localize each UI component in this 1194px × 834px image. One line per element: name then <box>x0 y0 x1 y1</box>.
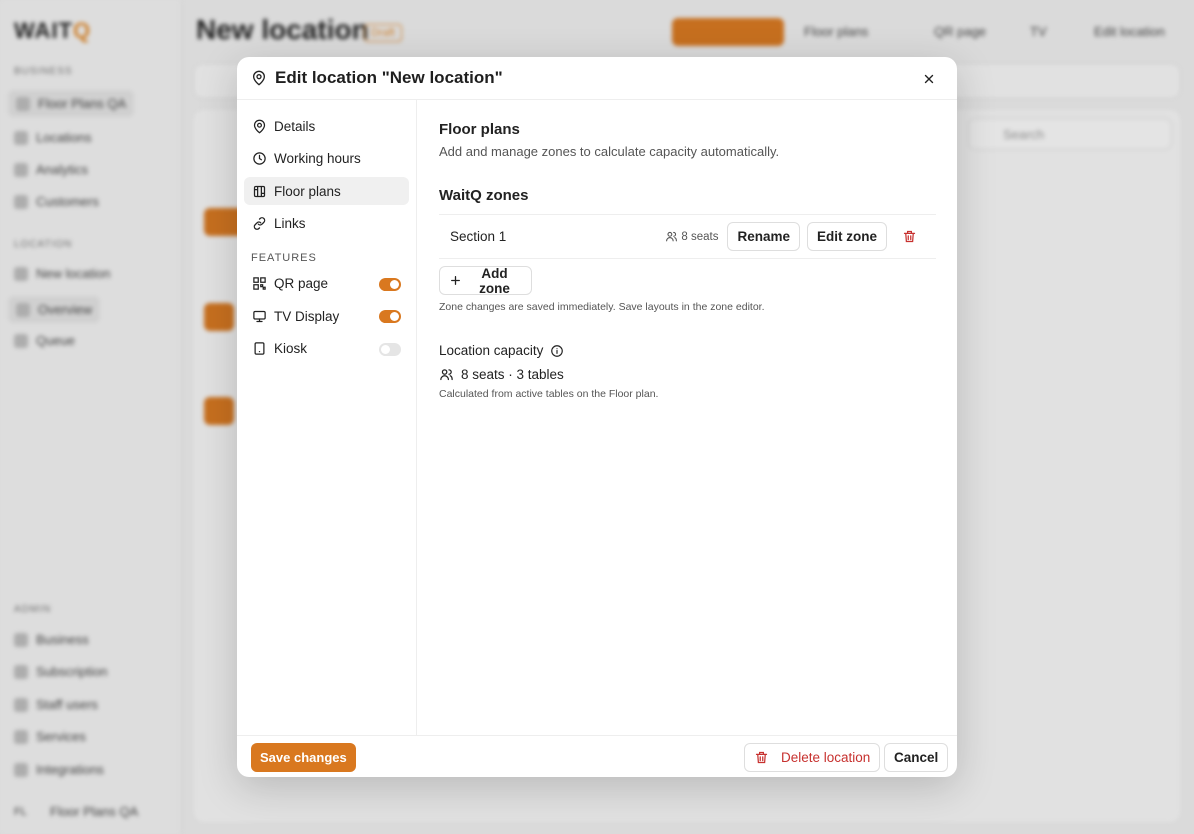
nav-item-label: TV Display <box>274 308 340 324</box>
zone-seats: 8 seats <box>665 230 718 243</box>
delete-location-button[interactable]: Delete location <box>744 743 881 772</box>
zone-row: Section 1 8 seats Rename Edit zone <box>439 214 936 259</box>
close-button[interactable] <box>919 69 939 89</box>
qr-code-icon <box>251 276 267 292</box>
zone-name: Section 1 <box>450 229 507 244</box>
zones-heading: WaitQ zones <box>439 187 529 204</box>
info-icon[interactable] <box>550 344 564 358</box>
nav-item-floor-plans[interactable]: Floor plans <box>244 177 409 205</box>
add-zone-button[interactable]: Add zone <box>439 266 532 296</box>
modal-nav: Details Working hours Floor plans Links … <box>237 100 417 735</box>
features-heading: FEATURES <box>251 251 317 264</box>
nav-item-label: Floor plans <box>274 183 341 199</box>
edit-location-modal: Edit location "New location" Details Wor… <box>237 57 957 777</box>
capacity-note: Calculated from active tables on the Flo… <box>439 388 659 400</box>
nav-item-links[interactable]: Links <box>244 210 409 238</box>
delete-zone-button[interactable] <box>898 226 920 248</box>
nav-item-label: Details <box>274 118 316 134</box>
modal-header: Edit location "New location" <box>237 57 957 100</box>
floor-plan-icon <box>251 183 267 199</box>
tablet-icon <box>251 341 267 357</box>
floor-plans-panel: Floor plans Add and manage zones to calc… <box>418 100 957 735</box>
save-changes-button[interactable]: Save changes <box>251 743 356 772</box>
zone-actions: 8 seats Rename Edit zone <box>665 222 920 251</box>
nav-item-tv-display[interactable]: TV Display <box>244 302 409 330</box>
kiosk-toggle[interactable] <box>379 342 401 356</box>
nav-item-qr-page[interactable]: QR page <box>244 270 409 298</box>
monitor-icon <box>251 308 267 324</box>
edit-zone-button[interactable]: Edit zone <box>807 222 887 251</box>
modal-footer: Save changes Delete location Cancel <box>237 735 957 777</box>
plus-icon <box>449 274 462 287</box>
panel-subtitle: Add and manage zones to calculate capaci… <box>439 144 780 159</box>
nav-item-kiosk[interactable]: Kiosk <box>244 335 409 363</box>
zone-note: Zone changes are saved immediately. Save… <box>439 301 765 313</box>
capacity-value: 8 seats · 3 tables <box>439 367 936 382</box>
nav-item-label: Links <box>274 216 306 231</box>
nav-item-details[interactable]: Details <box>244 112 409 140</box>
users-icon <box>439 367 454 382</box>
qr-page-toggle[interactable] <box>379 277 401 291</box>
nav-item-working-hours[interactable]: Working hours <box>244 145 409 173</box>
link-icon <box>251 216 267 232</box>
clock-icon <box>251 151 267 167</box>
cancel-button[interactable]: Cancel <box>884 743 949 772</box>
users-icon <box>665 230 678 243</box>
map-pin-icon <box>251 118 267 134</box>
rename-zone-button[interactable]: Rename <box>727 222 800 251</box>
map-pin-icon <box>251 70 267 86</box>
nav-item-label: Kiosk <box>274 341 308 356</box>
modal-title: Edit location "New location" <box>275 68 503 87</box>
panel-title: Floor plans <box>439 121 520 138</box>
nav-item-label: QR page <box>274 276 329 291</box>
trash-icon <box>902 229 917 244</box>
close-icon <box>922 72 936 86</box>
tv-display-toggle[interactable] <box>379 310 401 323</box>
trash-icon <box>754 750 769 765</box>
nav-item-label: Working hours <box>274 151 361 166</box>
capacity-title: Location capacity <box>439 343 936 358</box>
